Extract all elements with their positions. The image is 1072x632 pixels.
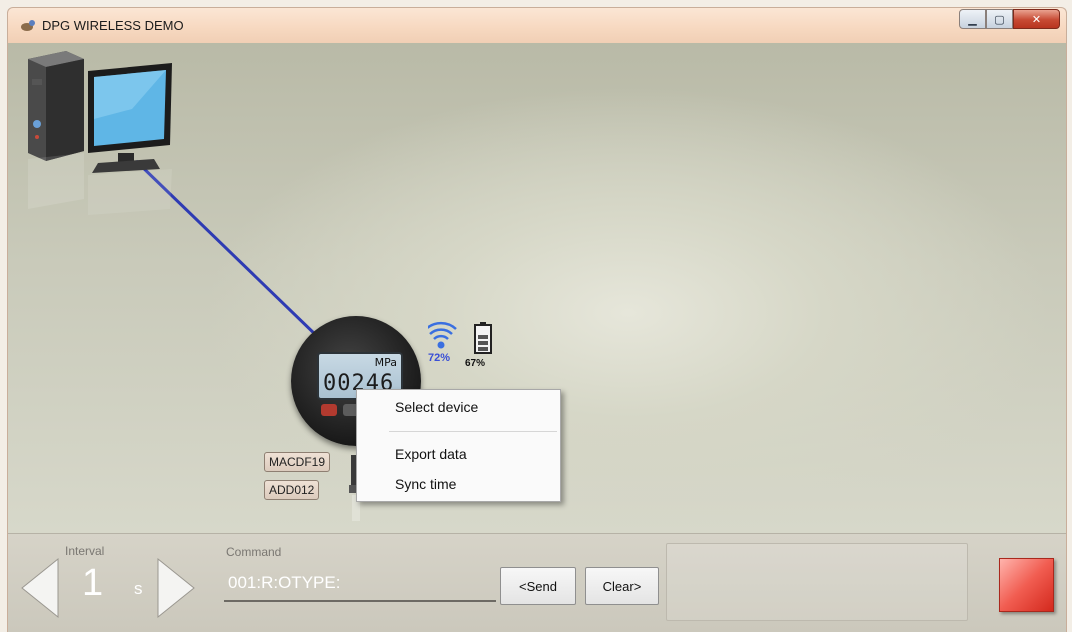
minimize-icon[interactable]: ▁ xyxy=(959,9,986,29)
send-button[interactable]: <Send xyxy=(500,567,576,605)
computer-icon[interactable] xyxy=(22,49,186,219)
interval-label: Interval xyxy=(65,544,105,558)
menu-item-export-data[interactable]: Export data xyxy=(395,443,555,465)
close-icon[interactable]: ✕ xyxy=(1013,9,1060,29)
window-controls: ▁ ▢ ✕ xyxy=(959,9,1060,29)
interval-value: 1 xyxy=(82,562,104,604)
signal-strength: 72% xyxy=(428,352,451,364)
network-canvas: MPa 00246 72% 67% MACDF19 ADD012 Select … xyxy=(8,43,1066,533)
unit-label: MPa xyxy=(374,356,397,369)
title-bar: DPG WIRELESS DEMO ▁ ▢ ✕ xyxy=(7,7,1067,43)
maximize-icon[interactable]: ▢ xyxy=(986,9,1013,29)
context-menu: Select device Export data Sync time xyxy=(356,389,561,502)
address-tag: ADD012 xyxy=(264,480,320,500)
clear-button[interactable]: Clear> xyxy=(585,567,659,605)
control-bar: Interval 1 s Command <Send Clear> xyxy=(8,533,1066,632)
app-icon xyxy=(21,20,35,31)
menu-separator xyxy=(389,431,557,432)
increase-interval-arrow-icon[interactable] xyxy=(156,557,198,619)
response-output xyxy=(666,543,968,621)
command-label: Command xyxy=(226,545,282,559)
interval-unit: s xyxy=(134,579,143,598)
battery-icon xyxy=(474,322,492,354)
menu-item-select-device[interactable]: Select device xyxy=(395,396,555,418)
command-input[interactable] xyxy=(224,566,496,602)
mac-address-tag: MACDF19 xyxy=(264,452,331,472)
window-title: DPG WIRELESS DEMO xyxy=(42,18,184,33)
stop-button[interactable] xyxy=(999,558,1054,612)
battery-level: 67% xyxy=(465,358,486,369)
gauge-button-red xyxy=(321,404,337,416)
decrease-interval-arrow-icon[interactable] xyxy=(18,557,60,619)
menu-item-sync-time[interactable]: Sync time xyxy=(395,473,555,495)
